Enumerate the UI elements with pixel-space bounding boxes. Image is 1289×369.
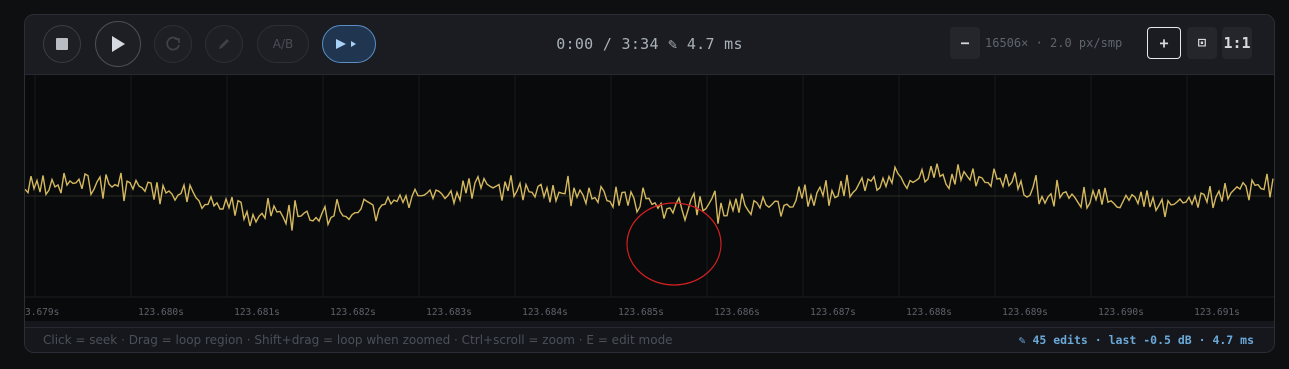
- transport-toolbar: A/B 0:00 / 3:34 ✎ 4.7 ms − 16506× · 2.0 …: [25, 15, 1274, 75]
- zoom-out-button[interactable]: −: [950, 27, 980, 59]
- waveform-editor-panel: A/B 0:00 / 3:34 ✎ 4.7 ms − 16506× · 2.0 …: [24, 14, 1275, 353]
- timeline-tick-label: 123.691s: [1194, 307, 1240, 318]
- zoom-in-button[interactable]: +: [1147, 27, 1181, 59]
- timeline-tick-label: 123.682s: [330, 307, 376, 318]
- timeline-tick-label: 123.688s: [906, 307, 952, 318]
- timeline-tick-label: 123.687s: [810, 307, 856, 318]
- zoom-1to1-button[interactable]: 1:1: [1222, 27, 1252, 59]
- timeline-tick-label: 123.685s: [618, 307, 664, 318]
- edit-status: ✎ 45 edits · last -0.5 dB · 4.7 ms: [1018, 333, 1254, 347]
- timeline-tick-label: 123.690s: [1098, 307, 1144, 318]
- timeline-tick-label: 123.681s: [234, 307, 280, 318]
- keyboard-hint: Click = seek · Drag = loop region · Shif…: [43, 333, 673, 347]
- waveform-canvas[interactable]: 3.679s 123.680s 123.681s 123.682s 123.683s 12…: [25, 75, 1274, 321]
- status-bar: Click = seek · Drag = loop region · Shif…: [25, 327, 1274, 352]
- zoom-readout: 16506× · 2.0 px/smp: [985, 36, 1123, 50]
- timeline-labels: 3.679s 123.680s 123.681s 123.682s 123.683s 12…: [25, 307, 1240, 318]
- timeline-tick-label: 123.684s: [522, 307, 568, 318]
- waveform-svg: 3.679s 123.680s 123.681s 123.682s 123.683s 12…: [25, 75, 1274, 318]
- timeline-tick-label: 123.686s: [714, 307, 760, 318]
- zoom-fit-button[interactable]: ⊡: [1187, 27, 1217, 59]
- timeline-tick-label: 123.689s: [1002, 307, 1048, 318]
- timeline-tick-label: 3.679s: [25, 307, 59, 318]
- timeline-tick-label: 123.680s: [138, 307, 184, 318]
- grid-lines: [34, 75, 1188, 297]
- timeline-tick-label: 123.683s: [426, 307, 472, 318]
- waveform-trace: [25, 163, 1274, 231]
